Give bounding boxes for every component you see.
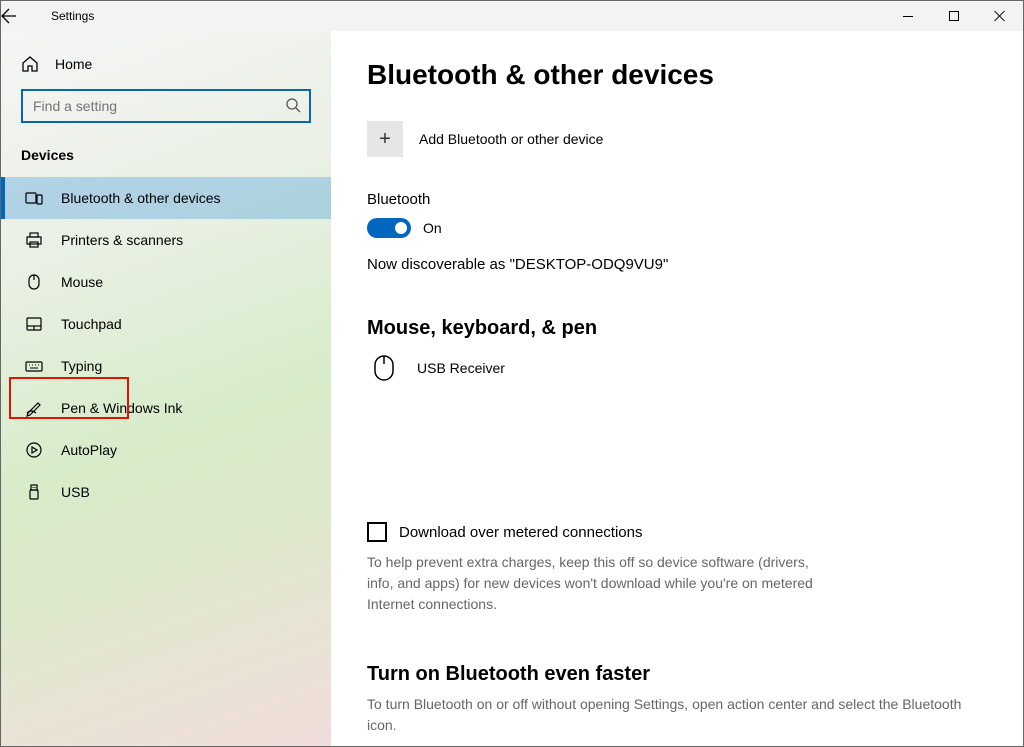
category-label: Devices [1,141,331,177]
usb-icon [25,483,43,501]
minimize-icon [903,16,913,17]
home-label: Home [55,56,92,72]
search-input[interactable] [21,89,311,123]
faster-help: To turn Bluetooth on or off without open… [367,694,987,736]
sidebar-item-pen[interactable]: Pen & Windows Ink [1,387,331,429]
devices-section-heading: Mouse, keyboard, & pen [367,317,987,340]
bluetooth-devices-icon [25,189,43,207]
main-content: Bluetooth & other devices + Add Bluetoot… [331,31,1023,746]
device-name: USB Receiver [417,360,505,376]
sidebar-item-printers[interactable]: Printers & scanners [1,219,331,261]
sidebar-item-usb[interactable]: USB [1,471,331,513]
mouse-icon [25,273,43,291]
back-arrow-icon [1,8,17,24]
sidebar-item-bluetooth-devices[interactable]: Bluetooth & other devices [1,177,331,219]
sidebar-item-label: Bluetooth & other devices [61,190,221,206]
close-button[interactable] [977,1,1023,31]
sidebar-item-label: Touchpad [61,316,122,332]
settings-window: Settings Home Devices [0,0,1024,747]
mouse-device-icon [373,354,395,382]
sidebar-item-touchpad[interactable]: Touchpad [1,303,331,345]
touchpad-icon [25,315,43,333]
printer-icon [25,231,43,249]
bluetooth-state: On [423,220,442,236]
device-item[interactable]: USB Receiver [367,354,987,382]
metered-help: To help prevent extra charges, keep this… [367,552,817,615]
maximize-icon [949,11,959,21]
sidebar-item-label: Typing [61,358,102,374]
checkbox-unchecked[interactable] [367,522,387,542]
search-icon [285,97,301,113]
metered-checkbox-row[interactable]: Download over metered connections [367,522,987,542]
plus-icon: + [367,121,403,157]
faster-heading: Turn on Bluetooth even faster [367,663,987,686]
home-button[interactable]: Home [1,45,331,83]
home-icon [21,55,39,73]
minimize-button[interactable] [885,1,931,31]
metered-label: Download over metered connections [399,524,642,541]
sidebar-item-label: Pen & Windows Ink [61,400,182,416]
sidebar-item-autoplay[interactable]: AutoPlay [1,429,331,471]
sidebar: Home Devices Bluetooth & other devices [1,31,331,746]
page-title: Bluetooth & other devices [367,59,987,91]
sidebar-item-typing[interactable]: Typing [1,345,331,387]
discoverable-text: Now discoverable as "DESKTOP-ODQ9VU9" [367,256,987,273]
bluetooth-toggle[interactable] [367,218,411,238]
sidebar-item-label: AutoPlay [61,442,117,458]
titlebar: Settings [1,1,1023,31]
add-device-button[interactable]: + Add Bluetooth or other device [367,121,987,157]
window-title: Settings [41,9,94,23]
sidebar-item-label: USB [61,484,90,500]
toggle-knob [395,222,407,234]
sidebar-item-label: Printers & scanners [61,232,183,248]
sidebar-item-label: Mouse [61,274,103,290]
pen-icon [25,399,43,417]
back-button[interactable] [1,8,41,24]
bluetooth-label: Bluetooth [367,191,987,208]
sidebar-item-mouse[interactable]: Mouse [1,261,331,303]
close-icon [994,10,1006,22]
keyboard-icon [25,357,43,375]
autoplay-icon [25,441,43,459]
maximize-button[interactable] [931,1,977,31]
add-device-label: Add Bluetooth or other device [419,131,603,147]
